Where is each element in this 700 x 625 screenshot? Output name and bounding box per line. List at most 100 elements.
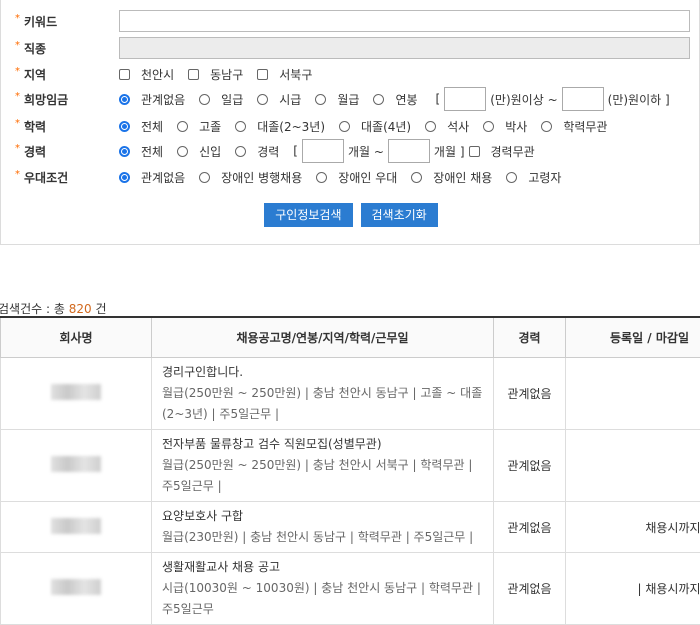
job-cell[interactable]: 생활재활교사 채용 공고 시급(10030원 ~ 10030원) | 충남 천안…	[152, 553, 494, 625]
checkbox-icon[interactable]	[469, 146, 480, 157]
radio-icon[interactable]	[177, 146, 188, 157]
career-option-all[interactable]: 전체	[119, 143, 163, 160]
job-dates: | 채용시까지 2	[566, 553, 700, 625]
wage-label: *희망임금	[15, 91, 68, 108]
table-row[interactable]: 경리구인합니다. 월급(250만원 ~ 250만원) | 충남 천안시 동남구 …	[1, 358, 700, 430]
job-experience: 관계없음	[494, 358, 566, 430]
job-cell[interactable]: 전자부품 물류창고 검수 직원모집(성별무관) 월급(250만원 ~ 250만원…	[152, 430, 494, 502]
search-form: *키워드 *직종 *지역 천안시 동남구 서북구 *희망임금 관계없음 일급 시…	[0, 0, 700, 245]
job-experience: 관계없음	[494, 502, 566, 553]
checkbox-icon[interactable]	[188, 69, 199, 80]
career-label: *경력	[15, 143, 46, 160]
form-buttons: 구인정보검색 검색초기화	[1, 203, 700, 227]
radio-icon[interactable]	[339, 121, 350, 132]
job-experience: 관계없음	[494, 553, 566, 625]
radio-icon[interactable]	[425, 121, 436, 132]
education-option-university[interactable]: 대졸(4년)	[339, 118, 411, 135]
preference-option-disabled-hire[interactable]: 장애인 채용	[411, 169, 492, 186]
company-name[interactable]	[1, 502, 152, 553]
wage-max-input[interactable]	[562, 87, 604, 111]
blurred-company-image	[51, 456, 101, 472]
company-name[interactable]	[1, 430, 152, 502]
education-option-college[interactable]: 대졸(2~3년)	[235, 118, 325, 135]
radio-icon[interactable]	[119, 172, 130, 183]
education-option-highschool[interactable]: 고졸	[177, 118, 221, 135]
radio-icon[interactable]	[316, 172, 327, 183]
career-bracket: [	[293, 144, 298, 158]
wage-min-unit: (만)원이상 ~	[490, 91, 557, 108]
radio-icon[interactable]	[119, 121, 130, 132]
checkbox-icon[interactable]	[119, 69, 130, 80]
wage-option-hourly[interactable]: 시급	[257, 91, 301, 108]
job-info: 월급(230만원) | 충남 천안시 동남구 | 학력무관 | 주5일근무 |	[162, 527, 483, 548]
career-max-unit: 개월 ]	[434, 143, 465, 160]
blurred-company-image	[51, 579, 101, 595]
education-option-any[interactable]: 학력무관	[541, 118, 607, 135]
blurred-company-image	[51, 518, 101, 534]
career-any-checkbox[interactable]: 경력무관	[469, 143, 535, 160]
wage-bracket: [	[436, 92, 441, 106]
job-info: 시급(10030원 ~ 10030원) | 충남 천안시 동남구 | 학력무관 …	[162, 578, 483, 620]
job-title[interactable]: 생활재활교사 채용 공고	[162, 557, 483, 578]
keyword-input[interactable]	[119, 10, 690, 32]
table-row[interactable]: 생활재활교사 채용 공고 시급(10030원 ~ 10030원) | 충남 천안…	[1, 553, 700, 625]
wage-option-monthly[interactable]: 월급	[315, 91, 359, 108]
company-name[interactable]	[1, 553, 152, 625]
radio-icon[interactable]	[177, 121, 188, 132]
radio-icon[interactable]	[541, 121, 552, 132]
preference-label: *우대조건	[15, 169, 68, 186]
career-min-input[interactable]	[302, 139, 344, 163]
radio-icon[interactable]	[483, 121, 494, 132]
preference-option-senior[interactable]: 고령자	[506, 169, 561, 186]
radio-icon[interactable]	[199, 94, 210, 105]
results-table: 회사명 채용공고명/연봉/지역/학력/근무일 경력 등록일 / 마감일 경리구인…	[0, 316, 700, 625]
career-option-new[interactable]: 신입	[177, 143, 221, 160]
region-option-cheonan[interactable]: 천안시	[119, 66, 174, 83]
blurred-company-image	[51, 384, 101, 400]
table-header: 회사명 채용공고명/연봉/지역/학력/근무일 경력 등록일 / 마감일	[1, 317, 700, 358]
job-dates: 채용시까지 2	[566, 502, 700, 553]
career-option-experienced[interactable]: 경력	[235, 143, 279, 160]
job-dates: -0	[566, 358, 700, 430]
radio-icon[interactable]	[411, 172, 422, 183]
preference-option-disabled-parallel[interactable]: 장애인 병행채용	[199, 169, 302, 186]
education-option-all[interactable]: 전체	[119, 118, 163, 135]
radio-icon[interactable]	[373, 94, 384, 105]
job-cell[interactable]: 경리구인합니다. 월급(250만원 ~ 250만원) | 충남 천안시 동남구 …	[152, 358, 494, 430]
wage-max-unit: (만)원이하 ]	[608, 91, 670, 108]
region-option-seobuk[interactable]: 서북구	[257, 66, 312, 83]
col-experience: 경력	[494, 317, 566, 358]
wage-min-input[interactable]	[444, 87, 486, 111]
reset-button[interactable]: 검색초기화	[361, 203, 438, 227]
education-label: *학력	[15, 118, 46, 135]
preference-option-disabled-preferred[interactable]: 장애인 우대	[316, 169, 397, 186]
table-row[interactable]: 요양보호사 구합 월급(230만원) | 충남 천안시 동남구 | 학력무관 |…	[1, 502, 700, 553]
radio-icon[interactable]	[119, 94, 130, 105]
job-cell[interactable]: 요양보호사 구합 월급(230만원) | 충남 천안시 동남구 | 학력무관 |…	[152, 502, 494, 553]
company-name[interactable]	[1, 358, 152, 430]
wage-option-any[interactable]: 관계없음	[119, 91, 185, 108]
wage-option-daily[interactable]: 일급	[199, 91, 243, 108]
region-option-dongnam[interactable]: 동남구	[188, 66, 243, 83]
search-button[interactable]: 구인정보검색	[264, 203, 352, 227]
checkbox-icon[interactable]	[257, 69, 268, 80]
radio-icon[interactable]	[315, 94, 326, 105]
radio-icon[interactable]	[119, 146, 130, 157]
radio-icon[interactable]	[199, 172, 210, 183]
job-experience: 관계없음	[494, 430, 566, 502]
preference-option-any[interactable]: 관계없음	[119, 169, 185, 186]
job-title[interactable]: 경리구인합니다.	[162, 362, 483, 383]
career-max-input[interactable]	[388, 139, 430, 163]
radio-icon[interactable]	[257, 94, 268, 105]
radio-icon[interactable]	[235, 146, 246, 157]
jobtype-input[interactable]	[119, 37, 690, 59]
radio-icon[interactable]	[235, 121, 246, 132]
education-option-doctor[interactable]: 박사	[483, 118, 527, 135]
job-title[interactable]: 전자부품 물류창고 검수 직원모집(성별무관)	[162, 434, 483, 455]
wage-option-yearly[interactable]: 연봉	[373, 91, 417, 108]
col-company: 회사명	[1, 317, 152, 358]
radio-icon[interactable]	[506, 172, 517, 183]
education-option-master[interactable]: 석사	[425, 118, 469, 135]
table-row[interactable]: 전자부품 물류창고 검수 직원모집(성별무관) 월급(250만원 ~ 250만원…	[1, 430, 700, 502]
job-title[interactable]: 요양보호사 구합	[162, 506, 483, 527]
